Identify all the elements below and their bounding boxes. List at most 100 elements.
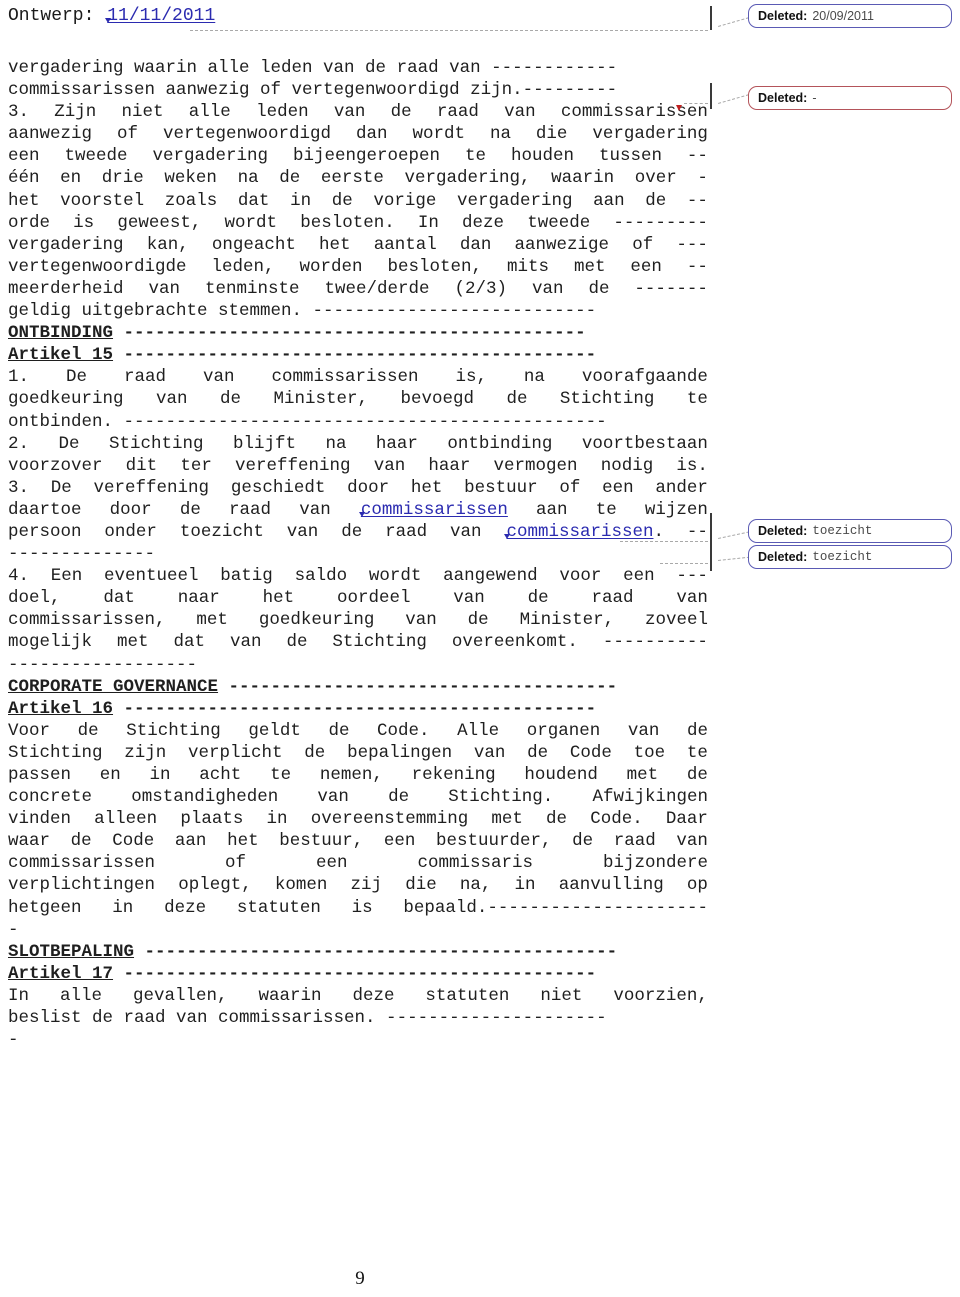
- text-word: de: [328, 720, 350, 741]
- text-word: of: [116, 124, 138, 145]
- text-line: daartoe door de raad van commissarissen aan te w…: [8, 499, 708, 521]
- text-word: De: [65, 367, 87, 388]
- heading-text: ONTBINDING: [8, 323, 114, 344]
- text-word: de: [506, 389, 528, 410]
- text-word: van: [405, 610, 437, 631]
- text-word: een: [315, 853, 348, 874]
- text-word: vinden: [8, 809, 72, 830]
- text-word: haar: [428, 455, 471, 476]
- text-word: te: [686, 389, 708, 410]
- header-inserted-date: 11/11/2011: [107, 6, 216, 26]
- text-word: Stichting: [559, 389, 655, 410]
- text-word: alleen: [94, 809, 158, 830]
- text-word: een: [630, 256, 662, 277]
- text-word: niet: [121, 102, 164, 123]
- text-line: doel, dat naar het oordeel van de raad van: [8, 587, 708, 609]
- text-word: zoals: [164, 190, 218, 211]
- revision-balloon-deleted-dash[interactable]: Deleted: -: [748, 86, 952, 110]
- text-word: --: [686, 521, 708, 542]
- text-word: houdend: [524, 765, 598, 785]
- text-word: kan,: [146, 234, 189, 255]
- text-word: haar: [375, 433, 418, 454]
- text-word: de: [645, 190, 667, 211]
- text-line: concrete omstandigheden van de Stichting. Afw…: [8, 786, 708, 808]
- text-word: een: [8, 146, 40, 167]
- text-word: in: [112, 897, 134, 918]
- section-heading: Artikel 15 -----------------------------…: [8, 344, 708, 366]
- text-word: wijzen: [644, 499, 708, 520]
- text-word: de: [279, 168, 301, 189]
- inserted-text: commissarissen: [360, 499, 508, 520]
- text-word: naar: [177, 588, 220, 609]
- text-word: een: [623, 566, 655, 587]
- text-word: de: [179, 499, 201, 520]
- text-word: is,: [455, 367, 487, 388]
- revision-balloon-deleted-date[interactable]: Deleted: 20/09/2011: [748, 4, 952, 28]
- revision-leader-diag-3: [718, 531, 750, 539]
- text-word: over: [634, 168, 677, 189]
- text-word: na: [237, 168, 259, 189]
- text-word: 1.: [8, 367, 30, 388]
- text-word: Stichting: [126, 720, 221, 741]
- text-line: 4. Een eventueel batig saldo wordt aangewend vo…: [8, 565, 708, 587]
- section-heading: ONTBINDING -----------------------------…: [8, 322, 708, 344]
- text-word: weken: [164, 168, 217, 189]
- text-word: dat: [237, 190, 270, 211]
- text-word: statuten: [425, 985, 510, 1006]
- text-word: vorige: [373, 190, 437, 211]
- text-word: worden: [299, 256, 363, 277]
- text-word: raad: [385, 521, 428, 542]
- text-word: doel,: [8, 588, 61, 609]
- text-word: van: [148, 278, 181, 299]
- text-line: vergadering waarin alle leden van de raa…: [8, 58, 618, 78]
- text-word: voorzien,: [613, 985, 708, 1006]
- text-line: 3. Zijn niet alle leden van de raad van commissar…: [8, 101, 708, 123]
- inserted-text: commissarissen: [506, 521, 654, 542]
- revision-value: 20/09/2011: [812, 8, 874, 23]
- text-word: of: [225, 853, 247, 874]
- text-word: de: [546, 809, 568, 830]
- text-word: raad: [613, 831, 656, 852]
- text-word: voorzover: [8, 455, 103, 476]
- text-word: met: [573, 256, 606, 277]
- text-word: de: [686, 720, 708, 741]
- text-word: dan: [355, 124, 388, 145]
- text-word: alle: [188, 102, 231, 123]
- text-line: vinden alleen plaats in overeenstemming met de…: [8, 808, 708, 830]
- revision-balloon-deleted-toezicht-1[interactable]: Deleted: toezicht: [748, 519, 952, 543]
- text-word: het: [262, 588, 295, 609]
- text-word: door: [109, 499, 152, 520]
- text-word: raad: [229, 499, 272, 520]
- text-word: van: [156, 389, 188, 410]
- text-word: ---------: [613, 212, 708, 233]
- text-line: 2. De Stichting blijft na haar ontbinding voort…: [8, 433, 708, 455]
- section-heading: Artikel 16 -----------------------------…: [8, 698, 708, 720]
- text-word: de: [286, 632, 308, 653]
- text-word: aan: [593, 190, 625, 211]
- text-word: verplichtingen: [8, 875, 156, 896]
- text-word: van: [531, 278, 564, 299]
- text-word: blijft: [232, 433, 296, 454]
- text-line: aanwezig of vertegenwoordigd dan wordt na die v…: [8, 123, 708, 145]
- text-word: batig: [220, 566, 273, 587]
- text-word: ongeacht: [211, 234, 296, 255]
- text-word: -: [697, 168, 708, 189]
- heading-text: SLOTBEPALING: [8, 941, 135, 962]
- text-word: onder: [104, 521, 157, 542]
- text-word: In: [417, 212, 439, 233]
- text-word: de: [388, 787, 410, 808]
- text-word: in: [149, 765, 171, 785]
- revision-label: Deleted:: [758, 549, 808, 564]
- text-line: mogelijk met dat van de Stichting overeenkomt.…: [8, 631, 708, 653]
- text-word: na,: [459, 875, 492, 896]
- heading-text: Artikel 17: [8, 963, 114, 984]
- text-word: de: [219, 389, 241, 410]
- text-word: zijn: [124, 742, 167, 763]
- text-word: aanwezige: [514, 234, 610, 255]
- text-word: die: [535, 124, 568, 145]
- text-line: waar de Code aan het bestuur, een bestuurder, de…: [8, 830, 708, 852]
- text-word: vertegenwoordigde: [8, 256, 187, 277]
- text-word: besloten.: [300, 212, 395, 233]
- revision-balloon-deleted-toezicht-2[interactable]: Deleted: toezicht: [748, 545, 952, 569]
- text-word: met: [116, 632, 149, 653]
